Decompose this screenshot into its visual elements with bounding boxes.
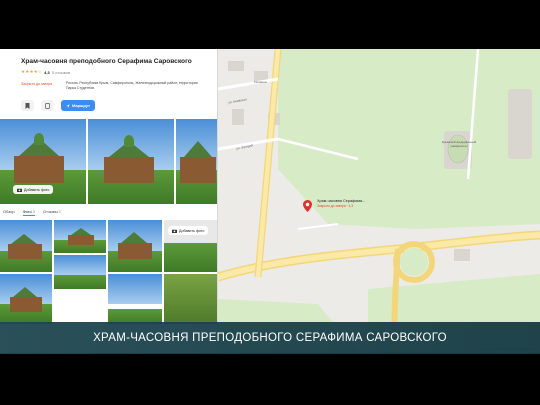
add-photo-grid-label: Добавить фото xyxy=(179,228,205,233)
slide: Храм-часовня преподобного Серафима Саров… xyxy=(0,0,540,405)
rating-stars: ★★★★☆ xyxy=(21,69,43,74)
grid-photo-8[interactable] xyxy=(164,274,217,324)
map-view[interactable]: ул. Киевская ул. Загорий Крымский федера… xyxy=(218,49,540,353)
tabs: Обзор Фото5 Отзывы5 xyxy=(3,209,61,216)
route-button[interactable]: Маршрут xyxy=(61,100,96,111)
rating-count: 5 отзывов xyxy=(51,69,71,75)
grid-photo-5[interactable] xyxy=(54,255,106,289)
grid-photo-6[interactable] xyxy=(0,274,52,324)
grid-photo-2[interactable] xyxy=(54,220,106,253)
pin-subtitle: Закрыто до завтра · 4,3 xyxy=(317,203,354,208)
tab-reviews[interactable]: Отзывы5 xyxy=(43,209,61,216)
place-title: Храм-часовня преподобного Серафима Саров… xyxy=(21,58,192,65)
place-card: Храм-часовня преподобного Серафима Саров… xyxy=(0,49,218,353)
tab-overview[interactable]: Обзор xyxy=(3,209,15,216)
camera-icon xyxy=(17,188,22,192)
photo-3[interactable] xyxy=(176,119,217,204)
caption-banner: ХРАМ-ЧАСОВНЯ ПРЕПОДОБНОГО СЕРАФИМА САРОВ… xyxy=(0,322,540,354)
grid-photo-1[interactable] xyxy=(0,220,52,272)
add-photo-grid-button[interactable]: Добавить фото xyxy=(168,226,209,235)
camera-icon xyxy=(172,229,177,233)
caption-text: ХРАМ-ЧАСОВНЯ ПРЕПОДОБНОГО СЕРАФИМА САРОВ… xyxy=(93,332,447,344)
pin-title: Храм-часовня Серафима... xyxy=(317,199,366,203)
opening-status[interactable]: Закрыто до завтра xyxy=(21,82,52,86)
photo-main[interactable]: Добавить фото xyxy=(0,119,86,204)
tab-photos[interactable]: Фото5 xyxy=(22,209,35,216)
add-photo-label: Добавить фото xyxy=(24,187,50,192)
share-button[interactable] xyxy=(41,100,54,111)
bookmark-icon xyxy=(25,102,30,109)
rating[interactable]: ★★★★☆ 4,3 5 отзывов xyxy=(21,69,70,75)
map-canvas[interactable] xyxy=(218,49,540,353)
stadium-label: Крымский федеральный университет xyxy=(441,140,477,148)
location-pin-icon[interactable] xyxy=(303,200,312,212)
route-button-label: Маршрут xyxy=(72,103,91,108)
share-icon xyxy=(45,102,50,109)
grid-photo-3[interactable] xyxy=(108,220,162,272)
grid-photo-7[interactable] xyxy=(108,274,162,324)
pin-label[interactable]: Храм-часовня Серафима... Закрыто до завт… xyxy=(317,199,365,208)
photo-2[interactable] xyxy=(88,119,174,204)
stop-label: Гагарина xyxy=(254,80,267,84)
bookmark-button[interactable] xyxy=(21,100,34,111)
rating-value: 4,3 xyxy=(44,69,50,75)
action-bar: Маршрут xyxy=(21,100,96,111)
screenshot-frame: Храм-часовня преподобного Серафима Саров… xyxy=(0,49,540,353)
grid-photo-4[interactable]: Добавить фото xyxy=(164,220,217,272)
address: Россия, Республика Крым, Симферополь, Же… xyxy=(66,81,198,90)
add-photo-button[interactable]: Добавить фото xyxy=(13,185,54,194)
route-arrow-icon xyxy=(66,103,70,108)
